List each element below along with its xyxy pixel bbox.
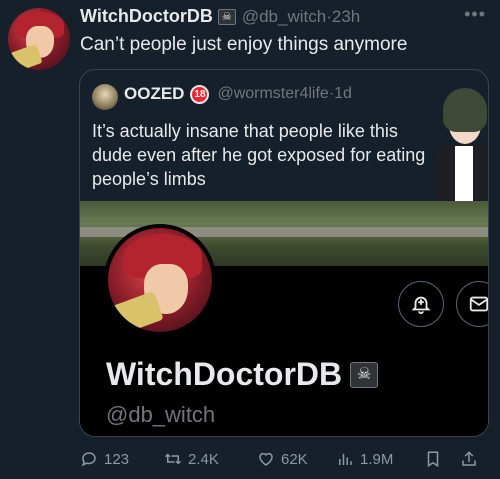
retweet-icon (164, 453, 182, 465)
more-icon[interactable]: ••• (464, 4, 486, 25)
retweet-count: 2.4K (188, 450, 219, 468)
profile-name: WitchDoctorDB ☠ (106, 356, 379, 393)
author-avatar[interactable] (8, 8, 70, 70)
bar-chart-icon (339, 453, 352, 465)
author-name[interactable]: WitchDoctorDB (80, 6, 213, 27)
quote-author-avatar[interactable] (92, 84, 118, 110)
profile-avatar (104, 224, 216, 336)
age-18-badge-icon: 18 (190, 84, 210, 104)
share-icon (462, 451, 476, 466)
quote-author-name[interactable]: OOZED (124, 84, 184, 104)
action-bar: 123 2.4K 62K 1.9M (80, 450, 490, 472)
profile-display-name: WitchDoctorDB (106, 356, 343, 392)
tweet-text: Can’t people just enjoy things anymore (80, 34, 408, 55)
like-count: 62K (281, 450, 308, 468)
reply-icon (81, 452, 96, 467)
views-button[interactable]: 1.9M (336, 450, 393, 468)
retweet-button[interactable]: 2.4K (164, 450, 219, 468)
envelope-icon (469, 296, 488, 312)
quoted-tweet[interactable]: OOZED 18 @wormster4life·1d It’s actually… (79, 69, 489, 437)
tweet-header: WitchDoctorDB ☠ @db_witch·23h (80, 6, 360, 27)
share-button[interactable] (460, 450, 484, 468)
bookmark-icon (427, 451, 439, 468)
bookmark-button[interactable] (424, 450, 448, 468)
notify-bell-button[interactable] (398, 281, 444, 327)
pirate-flag-icon: ☠ (217, 8, 236, 25)
reply-count: 123 (104, 450, 130, 468)
quote-time: 1d (334, 85, 352, 102)
reply-button[interactable]: 123 (80, 450, 129, 468)
tweet-time: 23h (331, 6, 361, 26)
quote-header: OOZED 18 @wormster4life·1d (124, 84, 352, 104)
pirate-flag-icon: ☠ (350, 361, 379, 388)
profile-handle: @db_witch (106, 402, 216, 427)
views-count: 1.9M (360, 450, 394, 468)
author-handle[interactable]: @db_witch·23h (242, 7, 360, 27)
quote-text: It’s actually insane that people like th… (92, 121, 426, 189)
bell-plus-icon (411, 296, 431, 315)
like-button[interactable]: 62K (257, 450, 308, 468)
quote-author-handle[interactable]: @wormster4life·1d (217, 85, 352, 103)
heart-icon (259, 452, 273, 466)
